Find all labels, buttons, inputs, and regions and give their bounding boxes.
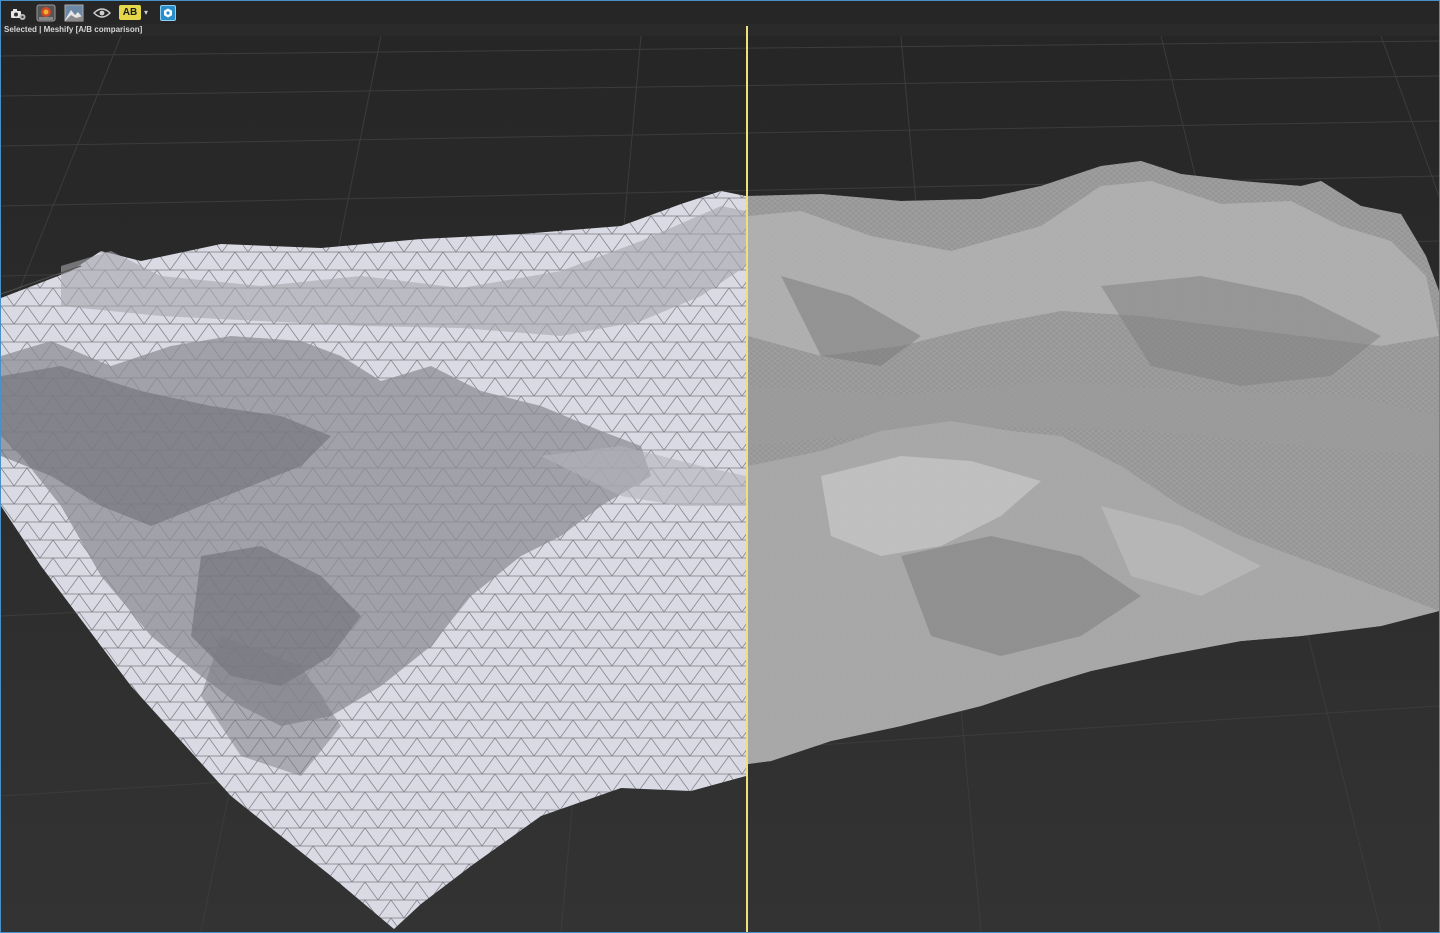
ab-compare-button[interactable]: AB <box>119 5 141 20</box>
active-mode-button[interactable] <box>160 4 176 21</box>
terrain-view-button[interactable] <box>63 3 85 22</box>
3d-viewport[interactable] <box>1 36 1439 932</box>
ab-compare-dropdown[interactable]: ▾ <box>142 8 150 17</box>
camera-gear-icon <box>11 8 26 20</box>
terrain-icon <box>64 4 84 21</box>
visibility-button[interactable] <box>91 3 113 22</box>
eye-icon <box>93 7 111 18</box>
ab-split-divider[interactable] <box>746 26 748 932</box>
selection-status: Selected | Meshify [A/B comparison] <box>4 25 143 34</box>
viewport-toolbar: AB ▾ <box>1 1 1439 24</box>
app-window: AB ▾ Selected | Meshify [A/B comparison] <box>0 0 1440 933</box>
hexagon-icon <box>164 8 172 17</box>
camera-settings-button[interactable] <box>7 3 29 22</box>
render-output-button[interactable] <box>35 3 57 22</box>
render-output-icon <box>36 4 56 21</box>
